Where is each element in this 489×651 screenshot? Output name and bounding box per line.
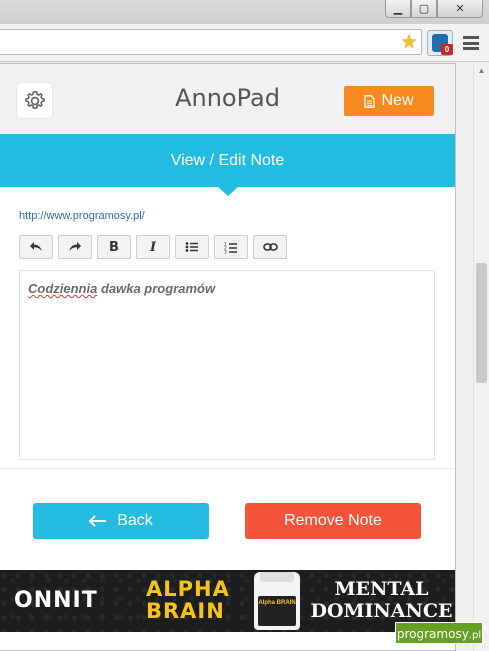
new-note-label: New xyxy=(381,92,414,109)
ad-product-line-2: BRAIN xyxy=(146,599,225,623)
section-pointer xyxy=(218,187,238,196)
svg-text:3: 3 xyxy=(224,249,227,254)
note-text-misspelled-word: Codziennia xyxy=(28,281,98,296)
extension-badge: 0 xyxy=(441,44,453,55)
popup-header: AnnoPad New xyxy=(0,64,455,134)
undo-button[interactable] xyxy=(19,235,53,259)
ad-tagline-line-2: DOMINANCE xyxy=(310,600,453,622)
annopad-extension-button[interactable]: 0 xyxy=(427,30,453,56)
scroll-up-icon[interactable]: ▲ xyxy=(474,63,489,78)
bold-button[interactable]: B xyxy=(97,235,131,259)
ad-product-line-1: ALPHA xyxy=(146,577,230,601)
address-bar[interactable] xyxy=(0,29,422,55)
document-icon xyxy=(364,94,376,108)
ad-tagline: MENTAL DOMINANCE xyxy=(308,578,455,622)
close-button[interactable]: ✕ xyxy=(437,0,483,18)
editor-toolbar: B I 1 2 3 xyxy=(19,235,287,259)
browser-toolbar: ★ 0 xyxy=(0,24,489,62)
bullet-list-icon xyxy=(185,242,198,252)
new-note-button[interactable]: New xyxy=(344,86,434,116)
ad-banner[interactable]: ONNIT ALPHA BRAIN Alpha BRAIN MENTAL DOM… xyxy=(0,570,455,632)
numbered-list-icon: 1 2 3 xyxy=(224,241,237,254)
scroll-thumb[interactable] xyxy=(476,263,487,383)
remove-note-label: Remove Note xyxy=(284,512,382,529)
star-icon[interactable]: ★ xyxy=(398,32,420,54)
page-scrollbar[interactable]: ▲ xyxy=(473,63,489,651)
note-editor[interactable]: Codziennia dawka programów xyxy=(19,270,435,460)
bold-icon: B xyxy=(109,239,119,255)
divider xyxy=(0,468,455,469)
link-icon xyxy=(262,243,278,251)
redo-icon xyxy=(69,242,81,251)
minimize-button[interactable]: ▁ xyxy=(385,0,411,18)
numbered-list-button[interactable]: 1 2 3 xyxy=(214,235,248,259)
window-controls: ▁ ▢ ✕ xyxy=(385,0,483,18)
section-title: View / Edit Note xyxy=(170,151,285,169)
back-button-label: Back xyxy=(117,512,153,529)
bullet-list-button[interactable] xyxy=(175,235,209,259)
maximize-button[interactable]: ▢ xyxy=(411,0,437,18)
window-titlebar: ▁ ▢ ✕ xyxy=(0,0,489,24)
bottle-label: Alpha BRAIN xyxy=(258,596,296,626)
note-url-link[interactable]: http://www.programosy.pl/ xyxy=(19,210,145,222)
watermark: programosy.pl xyxy=(395,622,483,644)
back-button[interactable]: Back xyxy=(33,503,209,539)
arrow-left-icon xyxy=(89,515,107,527)
watermark-suffix: .pl xyxy=(468,630,482,641)
bottle-cap xyxy=(260,572,294,582)
redo-button[interactable] xyxy=(58,235,92,259)
ad-brand-logo: ONNIT xyxy=(14,588,98,613)
remove-note-button[interactable]: Remove Note xyxy=(245,503,421,539)
note-text: dawka programów xyxy=(97,281,216,296)
italic-icon: I xyxy=(149,239,157,255)
menu-icon[interactable] xyxy=(463,36,479,50)
section-header: View / Edit Note xyxy=(0,134,455,187)
link-button[interactable] xyxy=(253,235,287,259)
undo-icon xyxy=(30,242,42,251)
ad-tagline-line-1: MENTAL xyxy=(334,578,429,600)
watermark-name: programosy xyxy=(396,627,469,641)
italic-button[interactable]: I xyxy=(136,235,170,259)
ad-product-name: ALPHA BRAIN xyxy=(146,578,230,622)
ad-product-bottle: Alpha BRAIN xyxy=(254,572,300,630)
annopad-popup: AnnoPad New View / Edit Note http://www.… xyxy=(0,63,456,651)
